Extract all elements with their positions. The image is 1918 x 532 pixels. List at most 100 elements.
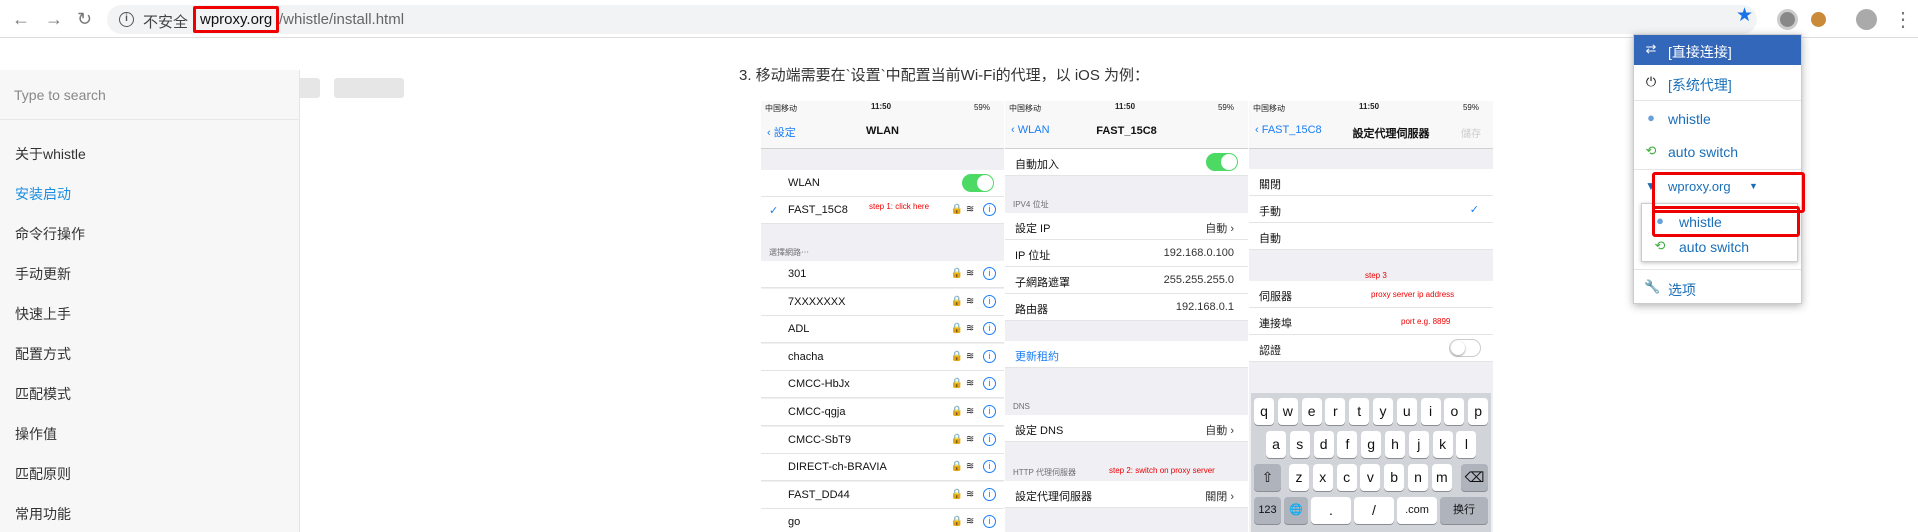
network-row[interactable]: 7XXXXXXX 🔒 ≋ i <box>761 288 1004 316</box>
keyboard-key[interactable]: y <box>1373 398 1393 425</box>
sidebar-item-update[interactable]: 手动更新 <box>15 264 71 284</box>
server-row[interactable]: 伺服器 proxy server ip address <box>1249 281 1493 308</box>
keyboard-key[interactable]: z <box>1289 464 1309 491</box>
keyboard-key[interactable]: u <box>1396 398 1417 425</box>
cookie-extension-icon[interactable] <box>1811 12 1826 27</box>
info-icon[interactable]: i <box>119 12 134 27</box>
network-row[interactable]: DIRECT-ch-BRAVIA 🔒 ≋ i <box>761 454 1004 482</box>
info-icon[interactable]: i <box>983 487 996 501</box>
profile-avatar[interactable] <box>1856 9 1877 30</box>
menu-label: 选项 <box>1668 282 1696 298</box>
info-icon[interactable]: i <box>983 203 996 216</box>
sidebar-item-pattern[interactable]: 匹配模式 <box>15 384 71 404</box>
keyboard-key[interactable]: n <box>1408 464 1428 491</box>
sidebar-item-value[interactable]: 操作值 <box>15 424 57 444</box>
value-text: 關閉 <box>1205 491 1228 503</box>
keyboard-key[interactable]: l <box>1456 431 1477 458</box>
keyboard-key[interactable]: k <box>1432 431 1453 458</box>
keyboard-key[interactable]: f <box>1337 431 1358 458</box>
network-row[interactable]: CMCC-qgja 🔒 ≋ i <box>761 399 1004 426</box>
keyboard-key[interactable]: j <box>1408 431 1429 458</box>
keyboard-key[interactable]: c <box>1336 464 1357 491</box>
network-row[interactable]: FAST_DD44 🔒 ≋ i <box>761 481 1004 509</box>
keyboard-key[interactable]: e <box>1301 398 1322 425</box>
keyboard-key[interactable]: s <box>1289 431 1310 458</box>
keyboard-key[interactable]: g <box>1361 431 1382 458</box>
shift-key[interactable]: ⇧ <box>1254 464 1281 491</box>
proxy-option-auto[interactable]: 自動 <box>1249 223 1493 250</box>
keyboard-key[interactable]: d <box>1313 431 1334 458</box>
keyboard-key[interactable]: p <box>1468 398 1489 425</box>
sidebar-item-about[interactable]: 关于whistle <box>15 144 86 164</box>
proxy-option-off[interactable]: 關閉 <box>1249 169 1493 196</box>
proxy-extension-icon[interactable] <box>1777 9 1798 30</box>
keyboard-key[interactable]: v <box>1360 464 1381 491</box>
connected-network-row[interactable]: ✓ FAST_15C8 step 1: click here 🔒 ≋ i <box>761 197 1004 224</box>
keyboard-key[interactable]: r <box>1325 398 1346 425</box>
auto-join-toggle[interactable] <box>1206 153 1238 171</box>
reload-icon[interactable]: ↻ <box>77 9 92 30</box>
keyboard-key[interactable]: m <box>1431 464 1452 491</box>
keyboard-key[interactable]: a <box>1266 431 1286 458</box>
keyboard-key[interactable]: x <box>1312 464 1333 491</box>
keyboard-key[interactable]: q <box>1254 398 1274 425</box>
more-menu-icon[interactable]: ⋮ <box>1893 7 1913 32</box>
network-row[interactable]: CMCC-SbT9 🔒 ≋ i <box>761 426 1004 454</box>
slash-key[interactable]: / <box>1354 497 1394 524</box>
network-name: 7XXXXXXX <box>788 295 846 308</box>
period-key[interactable]: . <box>1311 497 1351 524</box>
globe-key[interactable]: 🌐 <box>1284 497 1308 524</box>
info-icon[interactable]: i <box>983 460 996 474</box>
network-row[interactable]: CMCC-HbJx 🔒 ≋ i <box>761 371 1004 399</box>
menu-item-options[interactable]: 🔧 选项 <box>1634 273 1801 303</box>
delete-key[interactable]: ⌫ <box>1461 464 1488 491</box>
address-bar[interactable]: i 不安全 wproxy.org /whistle/install.html <box>107 5 1757 34</box>
info-icon[interactable]: i <box>983 349 996 363</box>
dns-row[interactable]: 設定 DNS 自動 › <box>1005 415 1248 442</box>
sidebar-item-install[interactable]: 安装启动 <box>15 184 71 204</box>
sidebar-item-features[interactable]: 常用功能 <box>15 504 71 524</box>
numbers-key[interactable]: 123 <box>1254 497 1281 524</box>
keyboard-key[interactable]: t <box>1349 398 1370 425</box>
menu-item-whistle[interactable]: ● whistle <box>1634 104 1801 134</box>
bookmark-star-icon[interactable]: ★ <box>1736 4 1753 27</box>
bookmark-blurred[interactable] <box>334 78 404 98</box>
network-row[interactable]: ADL 🔒 ≋ i <box>761 316 1004 344</box>
info-icon[interactable]: i <box>983 515 996 529</box>
wlan-toggle[interactable] <box>962 174 994 192</box>
auth-toggle[interactable] <box>1449 339 1481 357</box>
keyboard-key[interactable]: w <box>1277 398 1298 425</box>
network-row[interactable]: chacha 🔒 ≋ i <box>761 343 1004 371</box>
info-icon[interactable]: i <box>983 377 996 391</box>
menu-item-direct[interactable]: ⇄ [直接连接] <box>1634 35 1801 65</box>
keyboard-key[interactable]: i <box>1420 398 1441 425</box>
sidebar-item-cli[interactable]: 命令行操作 <box>15 224 85 244</box>
keyboard-key[interactable]: h <box>1385 431 1405 458</box>
sidebar-item-config[interactable]: 配置方式 <box>15 344 71 364</box>
save-button[interactable]: 儲存 <box>1461 125 1481 140</box>
dotcom-key[interactable]: .com <box>1397 497 1437 524</box>
back-arrow-icon[interactable]: ← <box>12 9 30 30</box>
port-row[interactable]: 連接埠 port e.g. 8899 <box>1249 308 1493 335</box>
forward-arrow-icon[interactable]: → <box>45 9 63 30</box>
info-icon[interactable]: i <box>983 322 996 336</box>
menu-item-auto-switch[interactable]: ⟲ auto switch <box>1634 137 1801 167</box>
proxy-option-manual[interactable]: 手動 ✓ <box>1249 196 1493 223</box>
info-icon[interactable]: i <box>983 294 996 308</box>
renew-lease-link[interactable]: 更新租約 <box>1015 348 1059 364</box>
ip-config-row[interactable]: 設定 IP 自動 › <box>1005 213 1248 240</box>
proxy-config-row[interactable]: 設定代理伺服器 關閉 › <box>1005 481 1248 508</box>
info-icon[interactable]: i <box>983 405 996 418</box>
keyboard-key[interactable]: b <box>1384 464 1405 491</box>
network-row[interactable]: go 🔒 ≋ i <box>761 509 1004 532</box>
network-row[interactable]: 301 🔒 ≋ i <box>761 261 1004 288</box>
info-icon[interactable]: i <box>983 267 996 280</box>
info-icon[interactable]: i <box>983 432 996 446</box>
sidebar-item-quickstart[interactable]: 快速上手 <box>15 304 71 324</box>
return-key[interactable]: 换行 <box>1440 497 1488 524</box>
sidebar-item-principle[interactable]: 匹配原则 <box>15 464 71 484</box>
menu-item-system[interactable]: ⏻ [系统代理] <box>1634 68 1801 98</box>
renew-lease-row[interactable]: 更新租約 <box>1005 341 1248 368</box>
keyboard-key[interactable]: o <box>1444 398 1465 425</box>
search-input[interactable]: Type to search <box>0 70 299 120</box>
